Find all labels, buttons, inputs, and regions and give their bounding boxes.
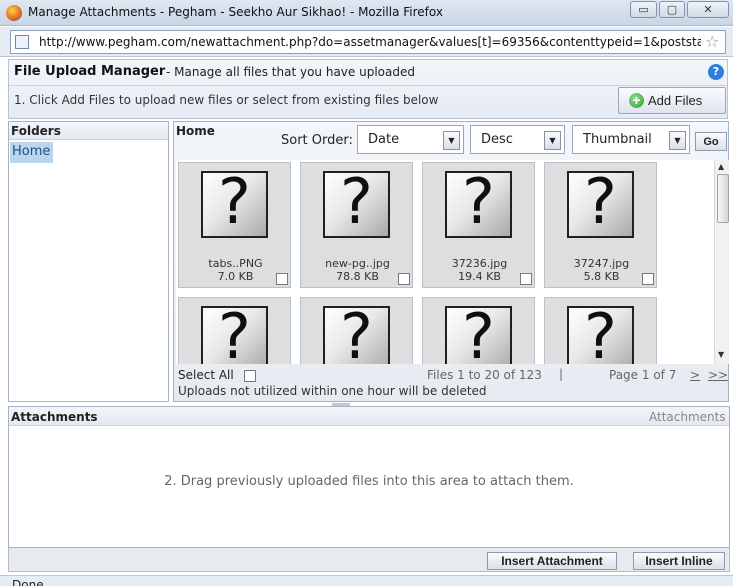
file-name: tabs..PNG — [208, 257, 263, 270]
scroll-up-icon[interactable]: ▲ — [718, 162, 724, 171]
url-text[interactable]: http://www.pegham.com/newattachment.php?… — [39, 35, 701, 49]
file-tile[interactable]: ? — [544, 297, 657, 364]
thumbnail-grid: ? tabs..PNG 7.0 KB ? new-pg..jpg 78.8 KB… — [176, 160, 714, 364]
grid-scrollbar[interactable]: ▲ ▼ — [714, 160, 729, 364]
sort-direction-select[interactable]: Desc ▼ — [470, 125, 565, 154]
status-text: Done — [12, 578, 44, 586]
sort-field-select[interactable]: Date ▼ — [357, 125, 464, 154]
scrollbar-thumb[interactable] — [717, 174, 729, 223]
next-page-link[interactable]: > — [690, 368, 700, 382]
last-page-link[interactable]: >> — [708, 368, 728, 382]
file-checkbox[interactable] — [520, 273, 532, 285]
page-info: Page 1 of 7 — [609, 368, 677, 382]
attachments-title: Attachments — [11, 410, 98, 424]
chevron-down-icon[interactable]: ▼ — [669, 131, 686, 150]
attachments-panel: Attachments Attachments 2. Drag previous… — [8, 406, 730, 548]
attachments-header: Attachments Attachments — [9, 407, 729, 426]
question-mark-icon: ? — [567, 167, 634, 238]
file-checkbox[interactable] — [642, 273, 654, 285]
sort-order-label: Sort Order: — [281, 133, 353, 148]
folder-item-home[interactable]: Home — [10, 142, 54, 163]
close-button[interactable]: ✕ — [687, 1, 729, 18]
select-all-label[interactable]: Select All — [178, 368, 234, 382]
insert-attachment-button[interactable]: Insert Attachment — [487, 552, 617, 570]
breadcrumb: Home — [176, 124, 215, 138]
file-tile[interactable]: ? tabs..PNG 7.0 KB — [178, 162, 291, 288]
help-icon[interactable]: ? — [708, 64, 724, 80]
attachments-tab-label: Attachments — [649, 410, 726, 424]
page-subtitle: - Manage all files that you have uploade… — [166, 65, 415, 79]
maximize-button[interactable]: ▢ — [659, 1, 685, 18]
go-button[interactable]: Go — [695, 132, 727, 151]
file-tile[interactable]: ? new-pg..jpg 78.8 KB — [300, 162, 413, 288]
drop-zone-message: 2. Drag previously uploaded files into t… — [164, 474, 574, 489]
sort-field-value: Date — [368, 132, 400, 147]
page-title: File Upload Manager — [14, 64, 166, 79]
question-mark-icon: ? — [323, 167, 390, 238]
window-title: Manage Attachments - Pegham - Seekho Aur… — [28, 5, 443, 19]
sort-direction-value: Desc — [481, 132, 513, 147]
status-bar: Done — [0, 575, 733, 586]
insert-inline-button[interactable]: Insert Inline — [633, 552, 725, 570]
question-mark-icon: ? — [201, 302, 268, 364]
minimize-button[interactable]: ▭ — [630, 1, 657, 18]
file-tile[interactable]: ? — [178, 297, 291, 364]
question-mark-icon: ? — [201, 167, 268, 238]
view-mode-value: Thumbnail — [583, 132, 652, 147]
question-mark-icon: ? — [445, 302, 512, 364]
file-checkbox[interactable] — [276, 273, 288, 285]
question-mark-icon: ? — [567, 302, 634, 364]
star-icon[interactable]: ☆ — [705, 32, 719, 51]
page-icon — [15, 35, 29, 49]
instructions-text: 1. Click Add Files to upload new files o… — [14, 93, 439, 107]
file-browser-panel: Home Sort Order: Date ▼ Desc ▼ Thumbnail… — [173, 121, 729, 402]
header-divider — [9, 85, 727, 86]
chevron-down-icon[interactable]: ▼ — [443, 131, 460, 150]
upload-notice: Uploads not utilized within one hour wil… — [178, 384, 487, 398]
view-mode-select[interactable]: Thumbnail ▼ — [572, 125, 690, 154]
add-files-button[interactable]: + Add Files — [618, 87, 726, 114]
upload-manager-header: File Upload Manager - Manage all files t… — [8, 59, 728, 119]
folders-panel: Folders Home — [8, 121, 169, 402]
file-name: 37236.jpg — [451, 257, 508, 270]
window-titlebar: Manage Attachments - Pegham - Seekho Aur… — [0, 0, 733, 26]
select-all-checkbox[interactable] — [244, 370, 256, 382]
file-count: Files 1 to 20 of 123 — [427, 368, 542, 382]
file-name: 37247.jpg — [573, 257, 630, 270]
url-field[interactable]: http://www.pegham.com/newattachment.php?… — [10, 30, 726, 54]
file-checkbox[interactable] — [398, 273, 410, 285]
file-tile[interactable]: ? — [422, 297, 535, 364]
file-tile[interactable]: ? 37236.jpg 19.4 KB — [422, 162, 535, 288]
address-bar: http://www.pegham.com/newattachment.php?… — [0, 27, 733, 57]
file-browser-footer: Select All Files 1 to 20 of 123 | Page 1… — [174, 365, 728, 401]
file-name: new-pg..jpg — [325, 257, 390, 270]
attachments-button-bar: Insert Attachment Insert Inline — [8, 548, 730, 572]
file-tile[interactable]: ? 37247.jpg 5.8 KB — [544, 162, 657, 288]
add-files-label: Add Files — [648, 93, 703, 108]
add-icon: + — [629, 93, 644, 108]
file-tile[interactable]: ? — [300, 297, 413, 364]
question-mark-icon: ? — [445, 167, 512, 238]
folders-heading: Folders — [9, 122, 168, 140]
firefox-icon — [6, 5, 22, 21]
chevron-down-icon[interactable]: ▼ — [544, 131, 561, 150]
footer-separator: | — [559, 367, 564, 381]
scroll-down-icon[interactable]: ▼ — [718, 350, 724, 359]
question-mark-icon: ? — [323, 302, 390, 364]
